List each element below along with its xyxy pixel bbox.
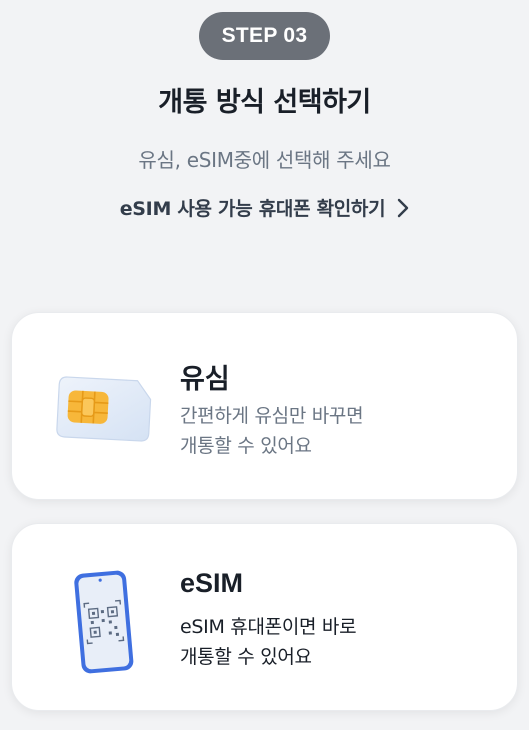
sim-card-icon <box>52 375 152 447</box>
esim-compatibility-link-label: eSIM 사용 가능 휴대폰 확인하기 <box>119 198 386 220</box>
option-description-line: 간편하게 유심만 바꾸면 <box>180 405 364 427</box>
step-badge: STEP 03 <box>199 12 330 60</box>
option-description-line: eSIM 휴대폰이면 바로 <box>180 616 357 638</box>
option-title: 유심 <box>180 364 230 395</box>
option-description: 간편하게 유심만 바꾸면 개통할 수 있어요 <box>180 401 480 461</box>
phone-qr-icon <box>68 568 140 680</box>
chevron-right-icon <box>397 198 409 218</box>
activation-method-page: STEP 03 개통 방식 선택하기 유심, eSIM중에 선택해 주세요 eS… <box>0 0 529 730</box>
page-title: 개통 방식 선택하기 <box>158 87 371 118</box>
option-description-line: 개통할 수 있어요 <box>180 435 312 457</box>
page-subtitle: 유심, eSIM중에 선택해 주세요 <box>138 148 391 172</box>
option-card-usim[interactable]: 유심 간편하게 유심만 바꾸면 개통할 수 있어요 <box>11 312 518 500</box>
option-description: eSIM 휴대폰이면 바로 개통할 수 있어요 <box>180 612 480 672</box>
esim-compatibility-link[interactable]: eSIM 사용 가능 휴대폰 확인하기 <box>0 194 529 221</box>
option-card-esim[interactable]: eSIM eSIM 휴대폰이면 바로 개통할 수 있어요 <box>11 523 518 711</box>
option-title: eSIM <box>180 568 244 598</box>
option-description-line: 개통할 수 있어요 <box>180 646 312 668</box>
